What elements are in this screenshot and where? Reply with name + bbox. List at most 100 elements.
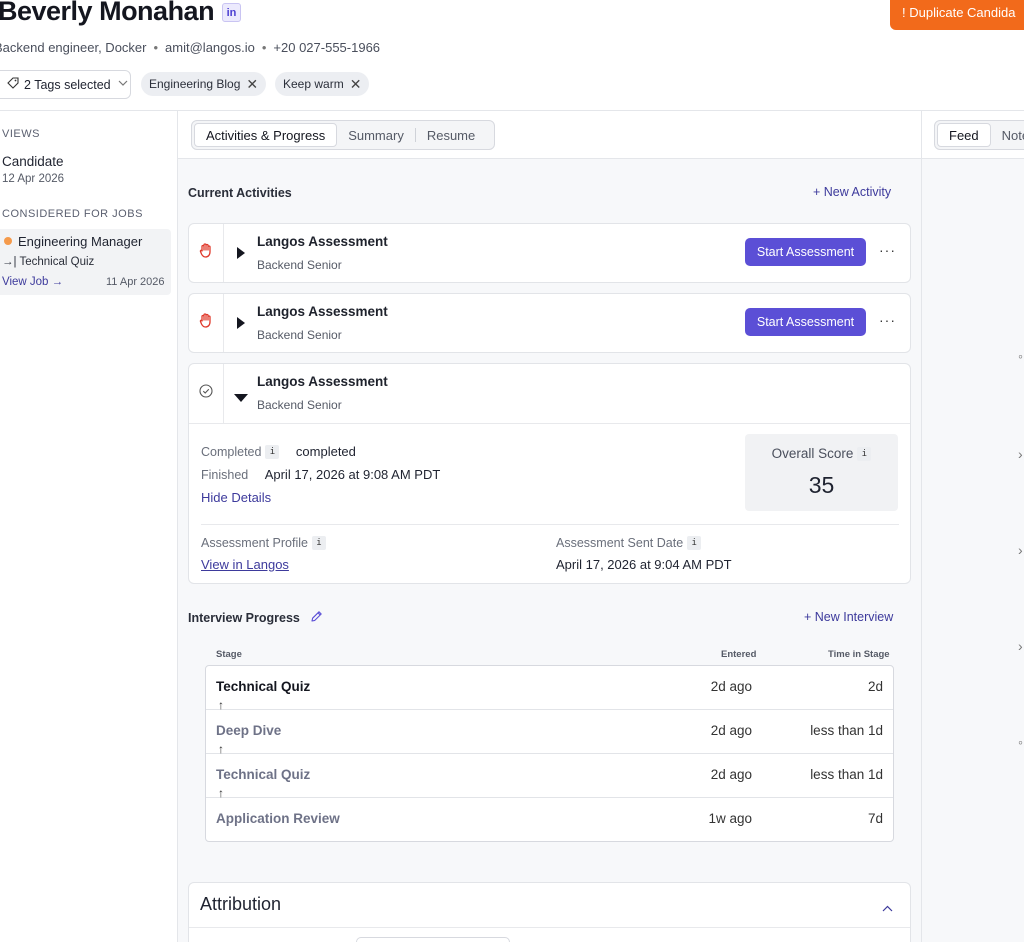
activity-subtitle: Backend Senior [257, 328, 342, 342]
details-divider [201, 524, 899, 525]
separator: • [153, 40, 159, 55]
pencil-icon[interactable] [310, 610, 323, 626]
jobs-caption: CONSIDERED FOR JOBS [2, 208, 143, 220]
feed-marker-icon: ◦ [1018, 348, 1023, 364]
activity-subtitle: Backend Senior [257, 258, 342, 272]
more-options-icon[interactable]: ··· [879, 312, 896, 328]
activity-card[interactable]: Langos Assessment Backend Senior Start A… [188, 223, 911, 283]
overall-score-label: Overall Score [771, 446, 854, 461]
close-icon[interactable]: ✕ [246, 76, 258, 93]
stage-entered: 2d ago [710, 679, 752, 694]
right-panel [921, 111, 1024, 942]
info-icon[interactable]: i [857, 447, 872, 462]
attribution-card: Attribution [188, 882, 911, 942]
start-assessment-button[interactable]: Start Assessment [745, 238, 866, 266]
duplicate-candidate-button[interactable]: ! Duplicate Candida [890, 0, 1024, 30]
right-tabs: Feed Note [934, 120, 1024, 150]
stage-arrow-icon: →| [2, 256, 17, 268]
stage-entered: 1w ago [708, 811, 752, 826]
current-activities-title: Current Activities [188, 186, 292, 200]
stage-name: Deep Dive [216, 723, 282, 738]
stage-name: Application Review [216, 811, 340, 826]
hide-details-link[interactable]: Hide Details [201, 490, 271, 505]
stage-name: Technical Quiz [216, 767, 311, 782]
stage-time: 7d [867, 811, 883, 826]
attribution-title: Attribution [200, 894, 282, 914]
linkedin-icon[interactable]: in [222, 3, 241, 22]
job-title: Engineering Manager [18, 234, 143, 249]
interview-progress-header: Interview Progress [188, 610, 323, 626]
stage-table: Technical Quiz ↑ 2d ago 2d Deep Dive ↑ 2… [205, 665, 894, 842]
completed-label: Completed [201, 445, 262, 459]
candidate-name: Beverly Monahan [0, 0, 215, 26]
chevron-down-icon [118, 79, 128, 90]
tag-chip: Keep warm ✕ [275, 72, 370, 96]
expand-triangle-icon[interactable] [236, 316, 246, 334]
feed-marker-icon: › [1018, 446, 1023, 462]
candidate-phone[interactable]: +20 027-555-1966 [273, 40, 380, 55]
feed-marker-icon: ◦ [1018, 734, 1023, 750]
entered-column-header: Entered [721, 649, 757, 660]
assessment-profile-label: Assessment Profile [201, 536, 308, 550]
completed-row: Completed i completed [201, 443, 356, 461]
stage-time: less than 1d [810, 723, 883, 738]
card-divider [189, 423, 910, 424]
view-date: 12 Apr 2026 [2, 173, 65, 185]
completed-value: completed [295, 444, 356, 459]
tag-chip-label: Engineering Blog [149, 77, 241, 91]
assessment-sent-label: Assessment Sent Date [556, 536, 684, 550]
table-row[interactable]: Technical Quiz ↑ 2d ago less than 1d [206, 754, 893, 800]
stage-name: Technical Quiz [216, 679, 311, 694]
activity-status [189, 224, 224, 282]
collapse-triangle-icon[interactable] [234, 389, 248, 407]
start-assessment-button[interactable]: Start Assessment [745, 308, 866, 336]
tab-feed[interactable]: Feed [937, 123, 991, 147]
view-candidate[interactable]: Candidate [2, 154, 64, 169]
feed-marker-icon: › [1018, 638, 1023, 654]
job-status-dot [4, 237, 12, 245]
info-icon[interactable]: i [687, 535, 702, 550]
chevron-up-icon[interactable] [882, 899, 893, 917]
tags-select-label: 2 Tags selected [24, 77, 111, 92]
feed-marker-icon: › [1018, 542, 1023, 558]
candidate-subtitle: Backend engineer, Docker • amit@langos.io •… [0, 40, 380, 55]
new-interview-button[interactable]: + New Interview [804, 610, 893, 624]
finished-row: Finished April 17, 2026 at 9:08 AM PDT [201, 466, 440, 484]
overall-score-value: 35 [808, 472, 835, 498]
candidate-email[interactable]: amit@langos.io [165, 40, 255, 55]
interview-progress-title: Interview Progress [188, 611, 300, 625]
more-options-icon[interactable]: ··· [879, 242, 896, 258]
profile-row: Assessment Profile i [201, 534, 326, 552]
stage-time: less than 1d [810, 767, 883, 782]
tags-select[interactable]: 2 Tags selected [0, 70, 131, 99]
table-row[interactable]: Deep Dive ↑ 2d ago less than 1d [206, 710, 893, 756]
new-activity-button[interactable]: + New Activity [813, 185, 891, 199]
tab-activities-progress[interactable]: Activities & Progress [194, 123, 338, 147]
time-column-header: Time in Stage [828, 649, 890, 660]
info-icon[interactable]: i [311, 535, 326, 550]
view-in-langos-link[interactable]: View in Langos [201, 557, 289, 572]
activity-card[interactable]: Langos Assessment Backend Senior Start A… [188, 293, 911, 353]
overall-score-header: Overall Score i [745, 446, 898, 462]
close-icon[interactable]: ✕ [350, 76, 362, 93]
table-row[interactable]: Technical Quiz ↑ 2d ago 2d [206, 666, 893, 712]
activity-name: Langos Assessment [257, 234, 388, 249]
finished-value: April 17, 2026 at 9:08 AM PDT [264, 467, 441, 482]
job-stage: →| Technical Quiz [2, 256, 94, 268]
expand-triangle-icon[interactable] [236, 246, 246, 264]
activity-name: Langos Assessment [257, 374, 388, 389]
tab-summary[interactable]: Summary [337, 123, 415, 147]
view-job-link[interactable]: View Job → [2, 276, 63, 288]
attribution-input[interactable] [356, 937, 510, 942]
tab-resume[interactable]: Resume [416, 123, 486, 147]
sent-date-row: Assessment Sent Date i [556, 534, 702, 552]
activity-name: Langos Assessment [257, 304, 388, 319]
views-caption: VIEWS [2, 128, 40, 140]
info-icon[interactable]: i [265, 444, 280, 459]
table-row[interactable]: Application Review 1w ago 7d [206, 798, 893, 842]
stage-column-header: Stage [216, 649, 242, 660]
tab-notes[interactable]: Note [991, 123, 1024, 147]
tag-icon [7, 77, 19, 92]
activity-status [189, 364, 224, 423]
hand-icon [199, 313, 213, 333]
